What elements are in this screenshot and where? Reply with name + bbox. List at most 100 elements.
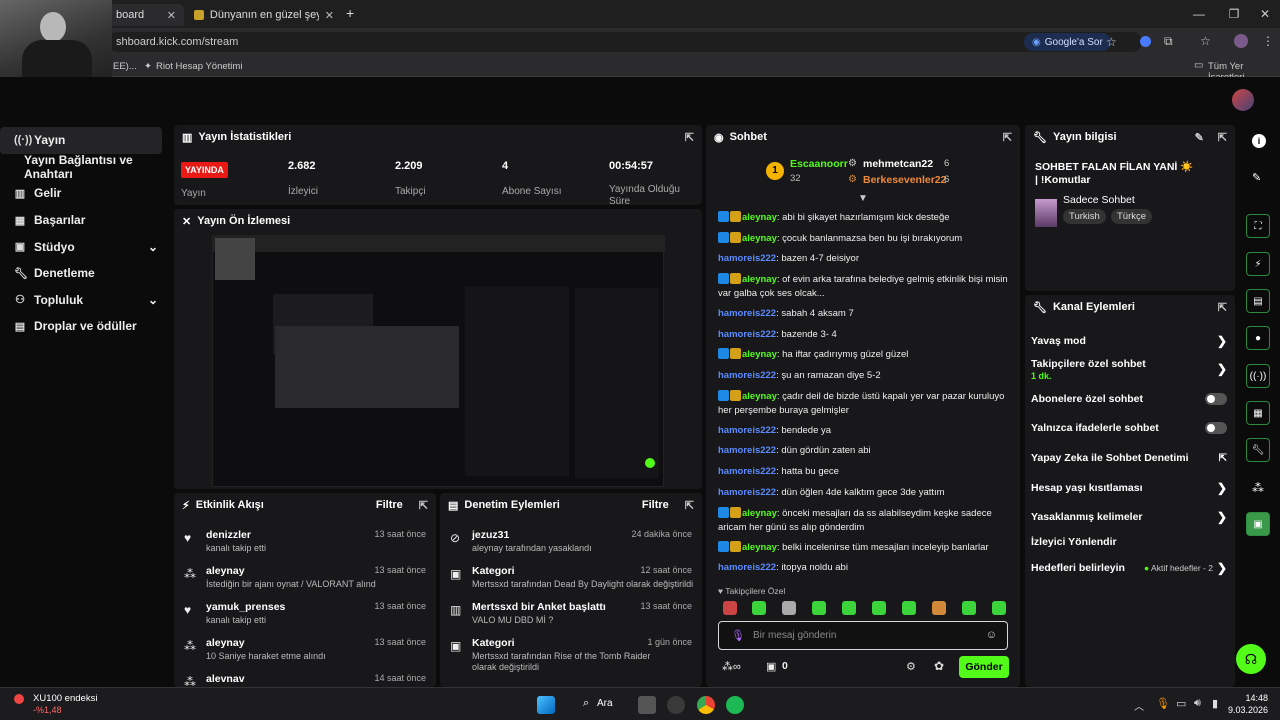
new-tab-button[interactable]: +	[346, 5, 354, 21]
edit-pencil-icon[interactable]: ✎	[1195, 131, 1204, 144]
crop-icon[interactable]: ⛶	[1246, 214, 1270, 238]
emotes-only-toggle[interactable]	[1205, 422, 1227, 434]
top-gifter-3[interactable]: Berkesevenler22	[863, 174, 946, 186]
maximize-icon[interactable]: ❐	[1225, 5, 1243, 23]
chat-username[interactable]: aleynay	[742, 212, 777, 223]
chat-username[interactable]: hamoreis222	[718, 445, 776, 456]
close-window-icon[interactable]: ✕	[1256, 5, 1274, 23]
support-headset-icon[interactable]: ☊	[1236, 644, 1266, 674]
sidebar-item-yayin[interactable]: ((·)) Yayın	[0, 127, 162, 154]
app-icon[interactable]: ▣	[1246, 512, 1270, 536]
stream-category[interactable]: Sadece Sohbet	[1063, 194, 1135, 206]
emote-icon[interactable]	[752, 601, 766, 615]
tag-turkish[interactable]: Turkish	[1063, 209, 1106, 224]
action-emotes-only[interactable]: Yalnızca ifadelerle sohbet	[1031, 422, 1227, 434]
chat-bubble-icon[interactable]: ●	[1246, 326, 1270, 350]
puzzle-icon[interactable]: ⧉	[1164, 34, 1173, 49]
sidebar-item-stream-key[interactable]: Yayın Bağlantısı ve Anahtarı	[0, 153, 170, 181]
url-field[interactable]: shboard.kick.com/stream	[108, 32, 1142, 52]
pinned-collapse-icon[interactable]: ▼	[858, 193, 868, 204]
emote-icon[interactable]	[992, 601, 1006, 615]
broadcast-icon[interactable]: ((·))	[1246, 364, 1270, 388]
chat-username[interactable]: aleynay	[742, 233, 777, 244]
points-icon[interactable]: ⁂∞	[722, 660, 741, 673]
ticker-name[interactable]: XU100 endeksi	[33, 693, 97, 704]
sidebar-item-denetleme[interactable]: 🔧︎ Denetleme	[0, 260, 170, 287]
chat-username[interactable]: aleynay	[742, 542, 777, 553]
network-icon[interactable]: ▭	[1176, 697, 1186, 710]
tag-turkce[interactable]: Türkçe	[1111, 209, 1153, 224]
user-avatar[interactable]	[1232, 89, 1254, 111]
task-view-icon[interactable]	[638, 696, 656, 714]
profile-avatar[interactable]	[1234, 34, 1248, 48]
emote-icon[interactable]	[962, 601, 976, 615]
spotify-icon[interactable]	[726, 696, 744, 714]
bookmark-riot[interactable]: Riot Hesap Yönetimi	[156, 61, 242, 72]
popout-icon[interactable]: ⇱	[1218, 301, 1227, 314]
chat-username[interactable]: aleynay	[742, 274, 777, 285]
clock-time[interactable]: 14:48	[1232, 693, 1268, 703]
activity-filter-button[interactable]: Filtre	[376, 499, 403, 511]
action-banned-words[interactable]: Yasaklanmış kelimeler ❯	[1031, 510, 1227, 524]
chat-username[interactable]: hamoreis222	[718, 370, 776, 381]
action-account-age[interactable]: Hesap yaşı kısıtlaması ❯	[1031, 481, 1227, 495]
info-icon[interactable]: i	[1252, 134, 1266, 148]
chat-username[interactable]: hamoreis222	[718, 562, 776, 573]
event-user[interactable]: aleynay	[206, 637, 245, 649]
emote-icon[interactable]	[812, 601, 826, 615]
action-goals[interactable]: Hedefleri belirleyin ● Aktif hedefler - 2…	[1031, 561, 1227, 575]
popout-icon[interactable]: ⇱	[1218, 131, 1227, 144]
sidebar-item-gelir[interactable]: ▥ Gelir	[0, 180, 170, 207]
taskbar-search[interactable]: Ara	[597, 698, 613, 709]
emoji-icon[interactable]: ☺	[986, 629, 997, 641]
sidebar-item-basarilar[interactable]: ▦ Başarılar	[0, 207, 170, 234]
emote-icon[interactable]	[872, 601, 886, 615]
chat-username[interactable]: aleynay	[742, 349, 777, 360]
chrome-icon[interactable]	[697, 696, 715, 714]
minimize-icon[interactable]: —	[1190, 5, 1208, 23]
sidebar-item-droplar[interactable]: ▤ Droplar ve ödüller	[0, 313, 170, 340]
popout-icon[interactable]: ⇱	[419, 499, 428, 512]
app-icon[interactable]	[667, 696, 685, 714]
bookmark-star-icon[interactable]: ☆	[1106, 35, 1117, 49]
event-user[interactable]: jezuz31	[472, 529, 509, 541]
emote-icon[interactable]	[902, 601, 916, 615]
bookmarks-icon[interactable]: ☆	[1200, 34, 1211, 48]
send-button[interactable]: Gönder	[959, 656, 1009, 678]
chat-username[interactable]: aleynay	[742, 391, 777, 402]
top-gifter-name[interactable]: Escaanoorr	[790, 158, 848, 170]
chat-input[interactable]: 🎙︎ Bir mesaj gönderin ☺	[718, 621, 1008, 650]
popout-icon[interactable]: ⇱	[1003, 131, 1012, 144]
chat-username[interactable]: hamoreis222	[718, 329, 776, 340]
stream-preview-video[interactable]	[212, 235, 665, 487]
popout-icon[interactable]: ⇱	[685, 499, 694, 512]
action-slow-mode[interactable]: Yavaş mod ❯	[1031, 334, 1227, 348]
menu-dots-icon[interactable]: ⋮	[1262, 34, 1274, 48]
action-raid[interactable]: İzleyici Yönlendir	[1031, 536, 1227, 548]
action-ai-moderation[interactable]: Yapay Zeka ile Sohbet Denetimi ⇱	[1031, 452, 1227, 464]
mic-tray-icon[interactable]: 🎙︎	[1156, 697, 1170, 710]
extension-icon[interactable]	[1140, 36, 1151, 47]
tray-up-icon[interactable]: ︿	[1134, 698, 1144, 713]
clipboard-icon[interactable]: ▤	[1246, 289, 1270, 313]
chat-username[interactable]: hamoreis222	[718, 466, 776, 477]
emote-icon[interactable]	[842, 601, 856, 615]
volume-icon[interactable]: 🔊︎	[1194, 697, 1201, 710]
lightning-icon[interactable]: ⚡︎	[1246, 252, 1270, 276]
event-user[interactable]: denizzler	[206, 529, 251, 541]
emote-icon[interactable]	[782, 601, 796, 615]
action-followers-only[interactable]: Takipçilere özel sohbet 1 dk. ❯	[1031, 358, 1227, 381]
chat-users-icon[interactable]: ✿	[934, 659, 944, 673]
top-gifter-2[interactable]: mehmetcan22	[863, 158, 933, 170]
sidebar-item-topluluk[interactable]: ⚇ Topluluk ⌄	[0, 287, 170, 314]
bookmark-item[interactable]: EE)...	[113, 61, 137, 72]
chat-username[interactable]: aleynay	[742, 508, 777, 519]
moderation-filter-button[interactable]: Filtre	[642, 499, 669, 511]
close-icon[interactable]: ✕	[167, 9, 176, 22]
popout-icon[interactable]: ⇱	[685, 131, 694, 144]
event-user[interactable]: aleynay	[206, 565, 245, 577]
google-ask-button[interactable]: ◉ Google'a Sor	[1024, 33, 1111, 51]
reward-icon[interactable]: ⁂	[1252, 481, 1264, 495]
chat-username[interactable]: hamoreis222	[718, 308, 776, 319]
emote-icon[interactable]	[932, 601, 946, 615]
